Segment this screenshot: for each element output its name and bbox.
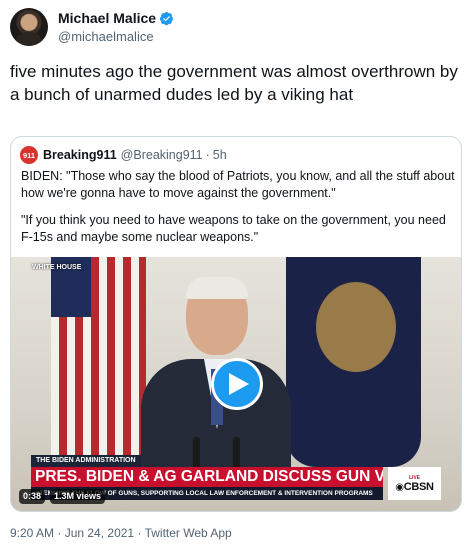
author-name[interactable]: Michael Malice <box>58 10 156 26</box>
quoted-paragraph-1: BIDEN: "Those who say the blood of Patri… <box>21 169 455 200</box>
speaker-hair <box>186 277 248 299</box>
quoted-tweet-header: 911 Breaking911 @Breaking911 · 5h <box>20 146 227 164</box>
author-name-row: Michael Malice <box>58 10 174 26</box>
presidential-seal-image <box>316 282 396 372</box>
quoted-author-avatar[interactable]: 911 <box>20 146 38 164</box>
video-duration: 0:38 <box>19 489 46 504</box>
channel-label: WHITE HOUSE <box>32 264 82 271</box>
news-headline: PRES. BIDEN & AG GARLAND DISCUSS GUN VIO… <box>31 467 383 487</box>
cbsn-logo-text: CBSN <box>403 480 434 493</box>
quoted-paragraph-2: "If you think you need to have weapons t… <box>21 213 446 244</box>
quoted-time-ago[interactable]: 5h <box>213 148 227 162</box>
quoted-author-handle[interactable]: @Breaking911 <box>121 148 203 162</box>
separator-dot: · <box>205 148 210 162</box>
video-views: 1.3M views <box>50 489 106 504</box>
quoted-author-name[interactable]: Breaking911 <box>43 148 117 162</box>
tweet-header: Michael Malice @michaelmalice <box>10 8 462 48</box>
author-avatar[interactable] <box>10 8 48 46</box>
author-handle[interactable]: @michaelmalice <box>58 29 154 44</box>
tweet-source[interactable]: Twitter Web App <box>145 526 232 540</box>
video-player[interactable]: WHITE HOUSE THE BIDEN ADMINISTRATION PRE… <box>11 257 461 511</box>
quoted-tweet-text: BIDEN: "Those who say the blood of Patri… <box>21 168 455 246</box>
network-logo: LIVE ◉CBSN <box>388 467 441 500</box>
play-button[interactable] <box>211 358 263 410</box>
play-icon <box>229 373 249 395</box>
tweet-text: five minutes ago the government was almo… <box>10 62 458 104</box>
tweet-timestamp[interactable]: 9:20 AM · Jun 24, 2021 <box>10 526 134 540</box>
tweet-meta: 9:20 AM · Jun 24, 2021 · Twitter Web App <box>10 526 232 540</box>
separator-dot: · <box>137 526 145 540</box>
verified-badge-icon <box>159 11 174 25</box>
quoted-tweet[interactable]: 911 Breaking911 @Breaking911 · 5h BIDEN:… <box>10 136 462 512</box>
cbsn-logo-icon: ◉CBSN <box>395 480 434 493</box>
lower-third-tag: THE BIDEN ADMINISTRATION <box>31 455 141 467</box>
